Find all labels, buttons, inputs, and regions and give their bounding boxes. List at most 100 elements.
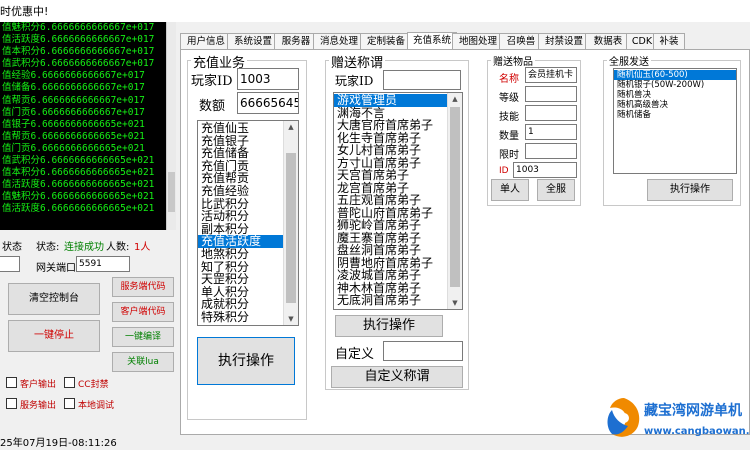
clear-console-button[interactable]: 清空控制台 bbox=[8, 283, 100, 315]
title-list-item[interactable]: 女儿村首席弟子 bbox=[334, 144, 462, 157]
console-line: 值武积分6.6666666666667e+017 bbox=[2, 58, 155, 70]
people-label: 人数: bbox=[106, 242, 130, 253]
client-output-checkbox[interactable]: 客户输出 bbox=[6, 377, 56, 390]
server-gift-list-item[interactable]: 随机仙玉(60-500) bbox=[614, 70, 736, 80]
custom-title-input[interactable] bbox=[383, 341, 463, 361]
console-scrollbar[interactable] bbox=[166, 22, 176, 230]
scroll-down-icon: ▼ bbox=[452, 299, 458, 307]
server-gift-execute-button[interactable]: 执行操作 bbox=[647, 179, 733, 201]
people-count: 1人 bbox=[134, 242, 151, 253]
recharge-player-id-input[interactable]: 1003 bbox=[237, 68, 299, 90]
console-line: 值帮贡6.6666666666667e+017 bbox=[2, 94, 145, 106]
scroll-up-icon: ▲ bbox=[288, 123, 294, 131]
custom-title-label: 自定义 bbox=[335, 347, 375, 362]
gateway-port-field[interactable]: 5591 bbox=[76, 256, 130, 272]
watermark-url: www.cangbaowan.net bbox=[644, 426, 750, 437]
gift-id-label: ID bbox=[499, 166, 509, 176]
console-line: 值本积分6.6666666666667e+017 bbox=[2, 46, 155, 58]
title-list-scrollbar[interactable]: ▲ ▼ bbox=[447, 93, 462, 309]
gift-name-label: 名称 bbox=[499, 74, 519, 85]
compile-button[interactable]: 一键编译 bbox=[112, 327, 174, 347]
title-gift-group-title: 赠送称谓 bbox=[329, 52, 386, 71]
server-gift-list-item[interactable]: 随机储备 bbox=[614, 110, 736, 120]
gateway-label: 网关端口 bbox=[36, 263, 76, 274]
window-title: 时优惠中! bbox=[0, 5, 49, 18]
title-list-item[interactable]: 狮驼岭首席弟子 bbox=[334, 219, 462, 232]
custom-title-button[interactable]: 自定义称谓 bbox=[331, 366, 463, 388]
status-label: 状态 bbox=[2, 242, 22, 253]
recharge-amount-input[interactable]: 666656456 bbox=[237, 92, 299, 114]
tab-11[interactable]: 补装 bbox=[653, 33, 685, 50]
tab-8[interactable]: 封禁设置 bbox=[538, 33, 590, 50]
title-player-id-label: 玩家ID bbox=[335, 74, 374, 88]
gift-level-input[interactable] bbox=[525, 86, 577, 102]
gift-single-button[interactable]: 单人 bbox=[491, 179, 529, 201]
stop-all-button[interactable]: 一键停止 bbox=[8, 320, 100, 352]
gift-limit-input[interactable] bbox=[525, 143, 577, 159]
console-line: 值活跃度6.6666666666665e+021 bbox=[2, 203, 155, 215]
title-bar: 时优惠中! bbox=[0, 0, 750, 22]
tab-1[interactable]: 系统设置 bbox=[227, 33, 279, 50]
gift-all-button[interactable]: 全服 bbox=[537, 179, 575, 201]
console-output: 值魅积分6.6666666666667e+017 值活跃度6.6666666666… bbox=[0, 22, 176, 230]
title-player-id-input[interactable] bbox=[383, 70, 461, 90]
server-gift-list-item[interactable]: 随机高级兽决 bbox=[614, 100, 736, 110]
recharge-list-scrollbar[interactable]: ▲ ▼ bbox=[283, 121, 298, 325]
tab-0[interactable]: 用户信息 bbox=[180, 33, 232, 50]
recharge-tab-panel: 充值业务 玩家ID 1003 数额 666656456 充值仙玉充值银子充值储备… bbox=[180, 49, 750, 435]
gift-skill-label: 技能 bbox=[499, 112, 519, 123]
logo-icon bbox=[607, 398, 640, 437]
recharge-type-list[interactable]: 充值仙玉 充值银子 充值储备 充值门贡 充值帮贡 充值经验 比武积分 活动积分 副本积分 充值活跃… bbox=[197, 120, 299, 326]
status-value: 连接成功 bbox=[64, 242, 104, 253]
server-code-button[interactable]: 服务端代码 bbox=[112, 277, 174, 297]
recharge-player-id-label: 玩家ID bbox=[191, 74, 233, 89]
server-gift-list-item[interactable]: 随机银子(50W-200W) bbox=[614, 80, 736, 90]
server-gift-list-item[interactable]: 随机兽决 bbox=[614, 90, 736, 100]
gift-id-input[interactable]: 1003 bbox=[513, 162, 577, 178]
gift-name-input[interactable]: 会员挂机卡 bbox=[525, 67, 577, 83]
tab-7[interactable]: 召唤兽 bbox=[499, 33, 543, 50]
cc-seal-checkbox[interactable]: CC封禁 bbox=[64, 377, 109, 390]
title-list-item[interactable]: 五庄观首席弟子 bbox=[334, 194, 462, 207]
recharge-amount-label: 数额 bbox=[199, 99, 226, 114]
title-list[interactable]: 游戏管理员 渊海不言 大唐官府首席弟子 化生寺首席弟子 女儿村首席弟子 方寸山首席弟子 天宫… bbox=[333, 92, 463, 310]
tab-6[interactable]: 地图处理 bbox=[452, 33, 504, 50]
status-datetime: 25年07月19日-08:11:26 bbox=[0, 438, 117, 449]
tab-2[interactable]: 服务器 bbox=[274, 33, 318, 50]
title-list-item[interactable]: 游戏管理员 bbox=[334, 94, 462, 107]
tab-3[interactable]: 消息处理 bbox=[313, 33, 365, 50]
local-debug-checkbox[interactable]: 本地调试 bbox=[64, 398, 114, 411]
title-list-item[interactable]: 凌波城首席弟子 bbox=[334, 269, 462, 282]
server-gift-list[interactable]: 随机仙玉(60-500) 随机银子(50W-200W) 随机兽决 随机高级兽决 随机储备 bbox=[613, 68, 737, 174]
status-bar: 25年07月19日-08:11:26 bbox=[0, 432, 600, 450]
console-line: 值储备6.6666666666667e+017 bbox=[2, 82, 145, 94]
console-line: 值经验6.6666666666667e+017 bbox=[2, 70, 145, 82]
gift-qty-label: 数量 bbox=[499, 131, 519, 142]
title-list-item[interactable]: 无底洞首席弟子 bbox=[334, 294, 462, 307]
console-line: 值活跃度6.6666666666667e+017 bbox=[2, 34, 155, 46]
console-line: 值魅积分6.6666666666665e+021 bbox=[2, 191, 155, 203]
status-prefix: 状态: bbox=[36, 242, 60, 253]
console-line: 值魅积分6.6666666666667e+017 bbox=[2, 22, 155, 33]
watermark-name: 藏宝湾网游单机 bbox=[644, 403, 742, 419]
left-cut-field[interactable] bbox=[0, 256, 20, 272]
recharge-execute-button[interactable]: 执行操作 bbox=[197, 337, 295, 385]
link-lua-button[interactable]: 关联lua bbox=[112, 352, 174, 372]
title-list-item[interactable]: 天宫首席弟子 bbox=[334, 169, 462, 182]
tab-4[interactable]: 定制装备 bbox=[360, 33, 412, 50]
console-line: 值活跃度6.6666666666665e+021 bbox=[2, 179, 155, 191]
console-line: 值本积分6.6666666666665e+021 bbox=[2, 167, 155, 179]
server-output-checkbox[interactable]: 服务输出 bbox=[6, 398, 56, 411]
console-line: 值武积分6.6666666666665e+021 bbox=[2, 155, 155, 167]
title-list-item[interactable]: 盘丝洞首席弟子 bbox=[334, 244, 462, 257]
console-line: 值门贡6.6666666666667e+017 bbox=[2, 106, 145, 118]
gift-qty-input[interactable]: 1 bbox=[525, 124, 577, 140]
gift-level-label: 等级 bbox=[499, 93, 519, 104]
gift-skill-input[interactable] bbox=[525, 105, 577, 121]
scroll-down-icon: ▼ bbox=[288, 315, 294, 323]
title-list-item[interactable]: 大唐官府首席弟子 bbox=[334, 119, 462, 132]
server-gift-group-title: 全服发送 bbox=[607, 53, 651, 68]
title-execute-button[interactable]: 执行操作 bbox=[335, 315, 443, 337]
tab-9[interactable]: 数据表 bbox=[585, 33, 631, 50]
client-code-button[interactable]: 客户端代码 bbox=[112, 302, 174, 322]
